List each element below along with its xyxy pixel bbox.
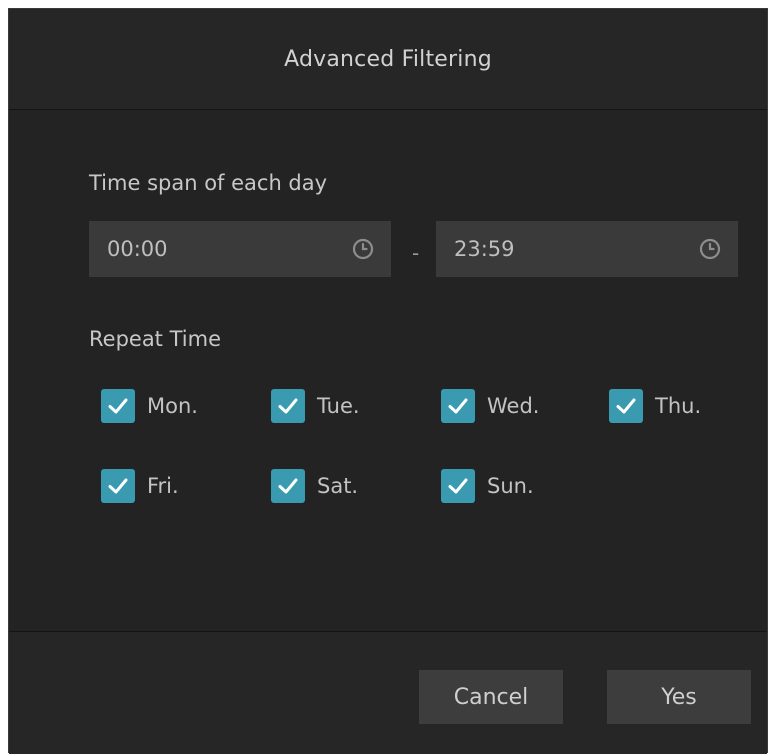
checkbox[interactable] (101, 469, 135, 503)
start-time-input[interactable]: 00:00 (89, 221, 391, 277)
day-checkbox-thu[interactable]: Thu. (609, 386, 701, 426)
day-checkbox-tue[interactable]: Tue. (271, 386, 360, 426)
checkbox[interactable] (271, 389, 305, 423)
cancel-button[interactable]: Cancel (419, 670, 563, 724)
dialog-footer: Cancel Yes (9, 631, 767, 754)
dialog-header: Advanced Filtering (9, 9, 767, 110)
day-label: Tue. (317, 394, 360, 418)
checkbox[interactable] (271, 469, 305, 503)
checkbox[interactable] (609, 389, 643, 423)
day-label: Sat. (317, 474, 359, 498)
dialog-title: Advanced Filtering (284, 46, 492, 72)
checkmark-icon (278, 478, 298, 494)
day-checkbox-sat[interactable]: Sat. (271, 466, 358, 506)
checkbox[interactable] (441, 389, 475, 423)
time-span-label: Time span of each day (89, 171, 328, 195)
checkmark-icon (108, 478, 128, 494)
day-checkbox-fri[interactable]: Fri. (101, 466, 179, 506)
start-time-value: 00:00 (107, 237, 168, 261)
checkbox[interactable] (441, 469, 475, 503)
checkmark-icon (448, 478, 468, 494)
day-checkbox-mon[interactable]: Mon. (101, 386, 198, 426)
day-label: Sun. (487, 474, 534, 498)
time-range-separator: - (412, 241, 420, 265)
day-label: Fri. (147, 474, 179, 498)
day-label: Mon. (147, 394, 198, 418)
clock-icon[interactable] (351, 237, 375, 261)
checkmark-icon (108, 398, 128, 414)
end-time-input[interactable]: 23:59 (436, 221, 738, 277)
advanced-filtering-dialog: Advanced Filtering Time span of each day… (8, 8, 768, 754)
checkbox[interactable] (101, 389, 135, 423)
day-label: Wed. (487, 394, 540, 418)
day-checkbox-wed[interactable]: Wed. (441, 386, 539, 426)
checkmark-icon (448, 398, 468, 414)
day-label: Thu. (655, 394, 702, 418)
checkmark-icon (278, 398, 298, 414)
clock-icon[interactable] (698, 237, 722, 261)
end-time-value: 23:59 (454, 237, 515, 261)
checkmark-icon (616, 398, 636, 414)
yes-button[interactable]: Yes (607, 670, 751, 724)
repeat-time-label: Repeat Time (89, 327, 221, 351)
day-checkbox-sun[interactable]: Sun. (441, 466, 534, 506)
